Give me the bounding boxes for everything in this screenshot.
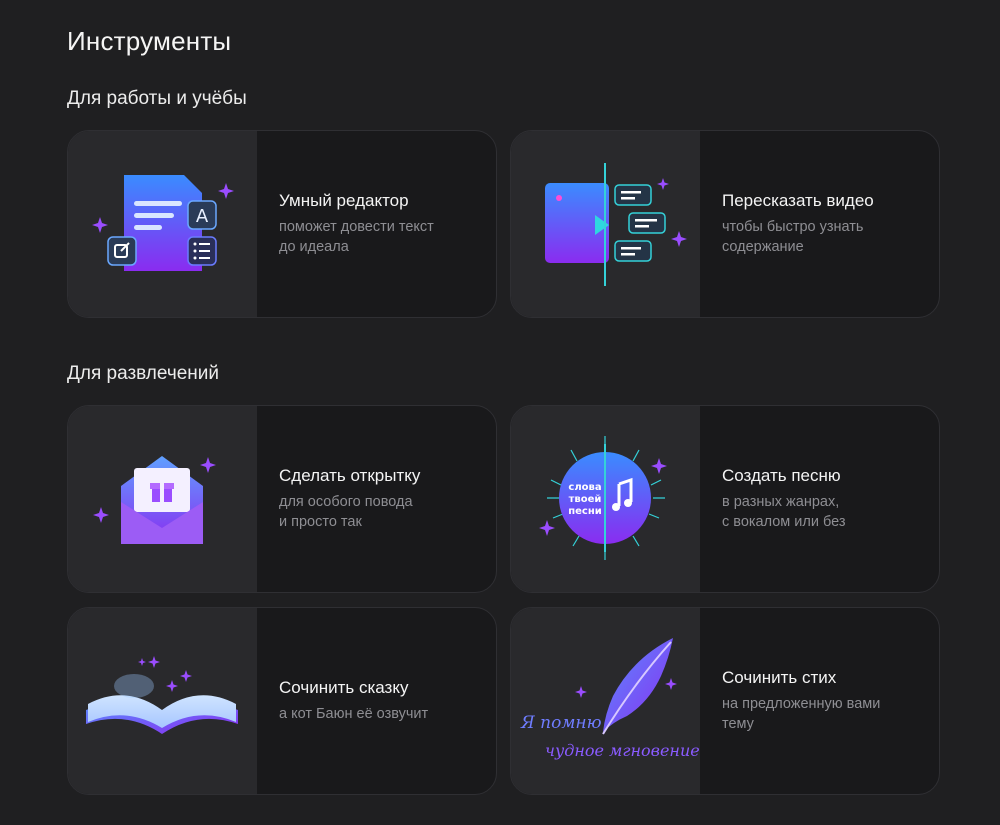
- card-fairy-tale[interactable]: Сочинить сказку а кот Баюн её озвучит: [67, 607, 497, 795]
- card-write-poem[interactable]: Я помню чудное мгновение Сочинить стих н…: [510, 607, 940, 795]
- song-disc-icon: слова твоей песни: [511, 406, 700, 592]
- card-create-song[interactable]: слова твоей песни Создать песню в разных…: [510, 405, 940, 593]
- section-title-fun: Для развлечений: [67, 363, 220, 384]
- card-video-summary[interactable]: Пересказать видео чтобы быстро узнать со…: [510, 130, 940, 318]
- section-title-work: Для работы и учёбы: [67, 88, 247, 109]
- gift-envelope-icon: [68, 406, 257, 592]
- page-title: Инструменты: [67, 26, 232, 56]
- quill-icon: Я помню чудное мгновение: [511, 608, 700, 794]
- card-title: Сочинить стих: [722, 668, 837, 687]
- svg-text:песни: песни: [568, 506, 602, 517]
- card-greeting-card[interactable]: Сделать открытку для особого повода и пр…: [67, 405, 497, 593]
- song-badge-text: слова: [568, 482, 601, 493]
- card-title: Сочинить сказку: [279, 678, 409, 697]
- svg-text:твоей: твоей: [569, 494, 602, 505]
- card-subtitle: чтобы быстро узнать содержание: [722, 219, 864, 255]
- card-smart-editor[interactable]: A Умный редактор поможет довести текст д…: [67, 130, 497, 318]
- svg-text:Я помню: Я помню: [520, 713, 602, 733]
- card-subtitle: для особого повода и просто так: [279, 494, 413, 530]
- document-editor-icon: A: [68, 131, 257, 317]
- video-summary-icon: [511, 131, 700, 317]
- card-title: Создать песню: [722, 466, 841, 485]
- svg-text:A: A: [196, 206, 209, 227]
- card-title: Пересказать видео: [722, 191, 874, 210]
- svg-text:чудное мгновение: чудное мгновение: [545, 741, 700, 760]
- card-subtitle: на предложенную вами тему: [722, 696, 881, 732]
- card-subtitle: поможет довести текст до идеала: [279, 219, 434, 255]
- card-subtitle: в разных жанрах, с вокалом или без: [722, 494, 846, 530]
- card-title: Умный редактор: [279, 191, 409, 210]
- card-title: Сделать открытку: [279, 466, 421, 485]
- open-book-icon: [68, 608, 257, 794]
- card-subtitle: а кот Баюн её озвучит: [279, 706, 429, 722]
